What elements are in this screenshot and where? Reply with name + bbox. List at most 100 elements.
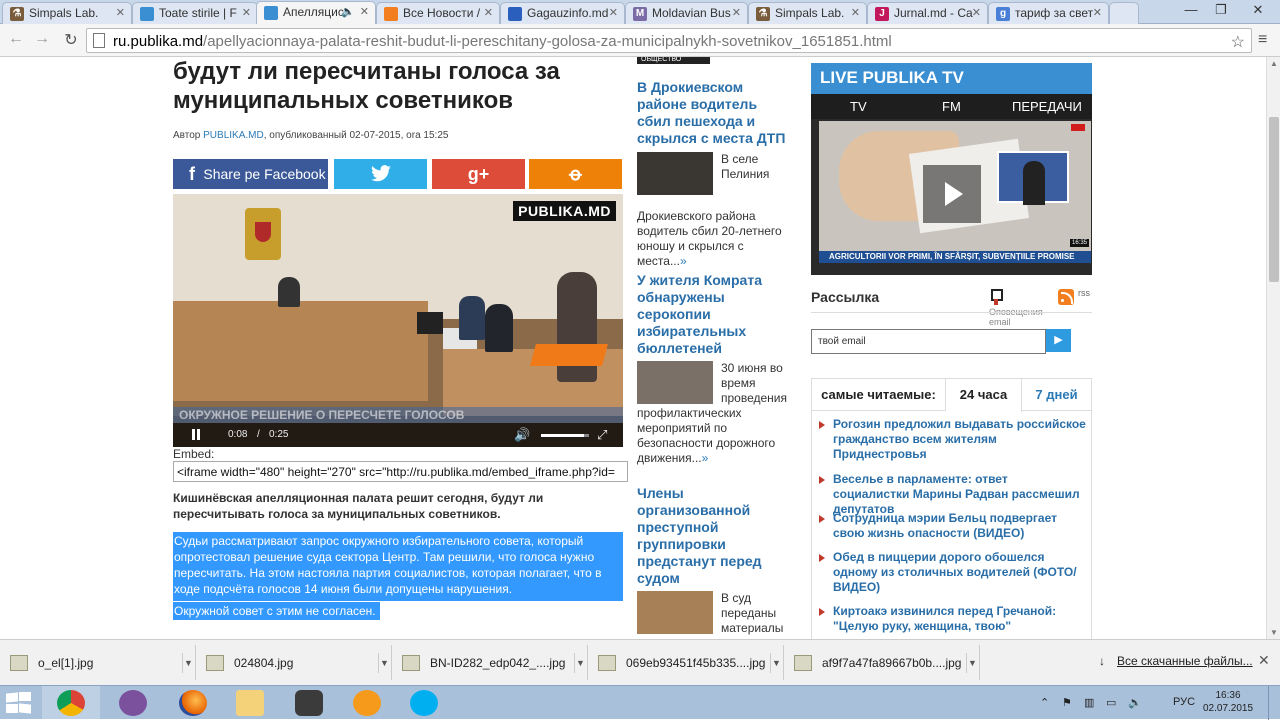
address-bar[interactable]: ru.publika.md/apellyacionnaya-palata-res… xyxy=(86,28,1252,53)
live-badge xyxy=(1071,124,1085,131)
most-read-item[interactable]: Киртоакэ извинился перед Гречаной: "Целу… xyxy=(819,604,1086,634)
star-icon[interactable]: ☆ xyxy=(1231,32,1245,52)
rss-icon[interactable] xyxy=(1058,289,1074,305)
email-notification-label[interactable]: Оповещения email xyxy=(989,307,1049,327)
chevron-down-icon[interactable]: ▼ xyxy=(182,653,194,673)
most-read-item[interactable]: Рогозин предложил выдавать российское гр… xyxy=(819,417,1086,462)
download-item[interactable]: BN-ID282_edp042_....jpg ▼ xyxy=(392,645,588,680)
tab-7days[interactable]: 7 дней xyxy=(1022,379,1091,411)
chevron-down-icon[interactable]: ▼ xyxy=(574,653,586,673)
close-icon[interactable]: ✕ xyxy=(972,6,981,19)
scroll-up-icon[interactable]: ▲ xyxy=(1270,59,1278,68)
video-player[interactable]: PUBLIKA.MD ОКРУЖНОЕ РЕШЕНИЕ О ПЕРЕСЧЕТЕ … xyxy=(173,194,623,447)
scroll-down-icon[interactable]: ▼ xyxy=(1270,628,1278,637)
tab-moldavian-bus[interactable]: M Moldavian Bus ✕ xyxy=(625,2,748,24)
subscribe-submit-button[interactable]: ▶ xyxy=(1046,329,1071,352)
news-item-title[interactable]: У жителя Комрата обнаружены серокопии из… xyxy=(637,272,792,357)
share-google-plus-button[interactable]: g+ xyxy=(432,159,525,189)
news-thumbnail[interactable] xyxy=(637,591,713,634)
tab-vse-novosti[interactable]: Все Новости / ✕ xyxy=(376,2,500,24)
battery-icon[interactable]: ▭ xyxy=(1106,696,1116,709)
fullscreen-icon[interactable]: ⤢ xyxy=(597,427,607,443)
tab-24h[interactable]: 24 часа xyxy=(946,379,1022,412)
scrollbar-thumb[interactable] xyxy=(1269,117,1279,282)
minimize-icon[interactable]: — xyxy=(1176,0,1206,22)
taskbar-chrome[interactable] xyxy=(42,686,100,720)
embed-label: Embed: xyxy=(173,447,215,461)
volume-slider[interactable] xyxy=(541,434,589,437)
share-twitter-button[interactable] xyxy=(334,159,427,189)
tab-tv[interactable]: TV xyxy=(850,99,867,114)
maximize-icon[interactable]: ❐ xyxy=(1206,0,1236,22)
news-item-title[interactable]: В Дрокиевском районе водитель сбил пешех… xyxy=(637,79,792,147)
close-icon[interactable]: ✕ xyxy=(116,6,125,19)
download-item[interactable]: af9f7a47fa89667b0b....jpg ▼ xyxy=(784,645,980,680)
close-icon[interactable]: ✕ xyxy=(732,6,741,19)
tray-chevron-icon[interactable]: ⌃ xyxy=(1040,696,1049,709)
back-icon[interactable]: ← xyxy=(5,30,27,48)
new-tab-button[interactable] xyxy=(1109,2,1139,24)
show-desktop-button[interactable] xyxy=(1268,686,1280,720)
volume-icon[interactable]: 🔈 xyxy=(1128,696,1142,709)
close-icon[interactable]: ✕ xyxy=(851,6,860,19)
author-link[interactable]: PUBLIKA.MD xyxy=(203,130,264,141)
email-input[interactable]: твой email xyxy=(811,329,1046,354)
close-icon[interactable]: ✕ xyxy=(484,6,493,19)
tab-simpals-lab[interactable]: ⚗ Simpals Lab. ✕ xyxy=(2,2,132,24)
taskbar-viber[interactable] xyxy=(104,686,162,720)
read-more-link[interactable]: » xyxy=(702,451,709,465)
tab-gagauzinfo[interactable]: Gagauzinfo.md ✕ xyxy=(500,2,625,24)
tab-toate-stirile[interactable]: Toate stirile | F ✕ xyxy=(132,2,258,24)
close-icon[interactable]: ✕ xyxy=(360,5,369,18)
network-icon[interactable]: ▥ xyxy=(1084,696,1094,709)
taskbar-firefox[interactable] xyxy=(164,686,222,720)
reload-icon[interactable]: ↻ xyxy=(60,30,82,50)
taskbar-clock[interactable]: 16:36 02.07.2015 xyxy=(1203,689,1253,715)
news-thumbnail[interactable] xyxy=(637,361,713,404)
language-indicator[interactable]: РУС xyxy=(1173,696,1195,708)
j-icon: J xyxy=(875,7,889,21)
close-window-icon[interactable]: ✕ xyxy=(1236,0,1280,22)
close-icon[interactable]: ✕ xyxy=(1093,6,1102,19)
skype-icon xyxy=(410,690,438,716)
flag-icon[interactable]: ⚑ xyxy=(1062,696,1072,709)
download-item[interactable]: 024804.jpg ▼ xyxy=(196,645,392,680)
taskbar-camera[interactable] xyxy=(280,686,338,720)
menu-icon[interactable]: ≡ xyxy=(1258,31,1267,49)
email-notification-icon[interactable] xyxy=(988,287,1004,305)
news-thumbnail[interactable] xyxy=(637,152,713,195)
most-read-item[interactable]: Обед в пиццерии дорого обошелся одному и… xyxy=(819,550,1086,595)
rss-label[interactable]: rss xyxy=(1078,288,1090,298)
chevron-down-icon[interactable]: ▼ xyxy=(770,653,782,673)
most-read-item[interactable]: Сотрудница мэрии Бельц подвергает свою ж… xyxy=(819,511,1086,541)
tab-active-article[interactable]: Апелляцис 🔈 ✕ xyxy=(256,1,376,25)
pause-icon[interactable] xyxy=(191,429,202,440)
tab-fm[interactable]: FM xyxy=(942,99,961,114)
close-icon[interactable]: ✕ xyxy=(242,6,251,19)
tab-programs[interactable]: ПЕРЕДАЧИ xyxy=(1012,99,1082,114)
embed-code-field[interactable] xyxy=(173,461,628,482)
download-item[interactable]: o_el[1].jpg ▼ xyxy=(0,645,196,680)
share-facebook-button[interactable]: f Share pe Facebook xyxy=(173,159,328,189)
tab-simpals-lab-2[interactable]: ⚗ Simpals Lab. ✕ xyxy=(748,2,867,24)
taskbar-chat[interactable] xyxy=(338,686,396,720)
share-odnoklassniki-button[interactable]: ꝋ xyxy=(529,159,622,189)
page-scrollbar[interactable]: ▲ ▼ xyxy=(1266,57,1280,639)
live-tv-player[interactable]: 16:35 AGRICULTORII VOR PRIMI, ÎN SFÂRȘIT… xyxy=(819,121,1091,263)
chevron-down-icon[interactable]: ▼ xyxy=(966,653,978,673)
start-button[interactable] xyxy=(4,692,32,714)
forward-icon[interactable]: → xyxy=(31,30,53,48)
chevron-down-icon[interactable]: ▼ xyxy=(378,653,390,673)
download-item[interactable]: 069eb93451f45b335....jpg ▼ xyxy=(588,645,784,680)
volume-icon[interactable]: 🔊 xyxy=(514,427,530,443)
show-all-downloads-link[interactable]: Все скачанные файлы... xyxy=(1099,654,1253,668)
news-item-title[interactable]: Члены организованной преступной группиро… xyxy=(637,485,792,587)
play-icon[interactable] xyxy=(923,165,981,223)
taskbar-explorer[interactable] xyxy=(221,686,279,720)
close-icon[interactable]: ✕ xyxy=(609,6,618,19)
read-more-link[interactable]: » xyxy=(680,254,687,268)
taskbar-skype[interactable] xyxy=(395,686,453,720)
close-icon[interactable]: ✕ xyxy=(1258,652,1270,669)
tab-jurnal[interactable]: J Jurnal.md - Ca ✕ xyxy=(867,2,988,24)
tab-google-search[interactable]: g тариф за свет ✕ xyxy=(988,2,1109,24)
